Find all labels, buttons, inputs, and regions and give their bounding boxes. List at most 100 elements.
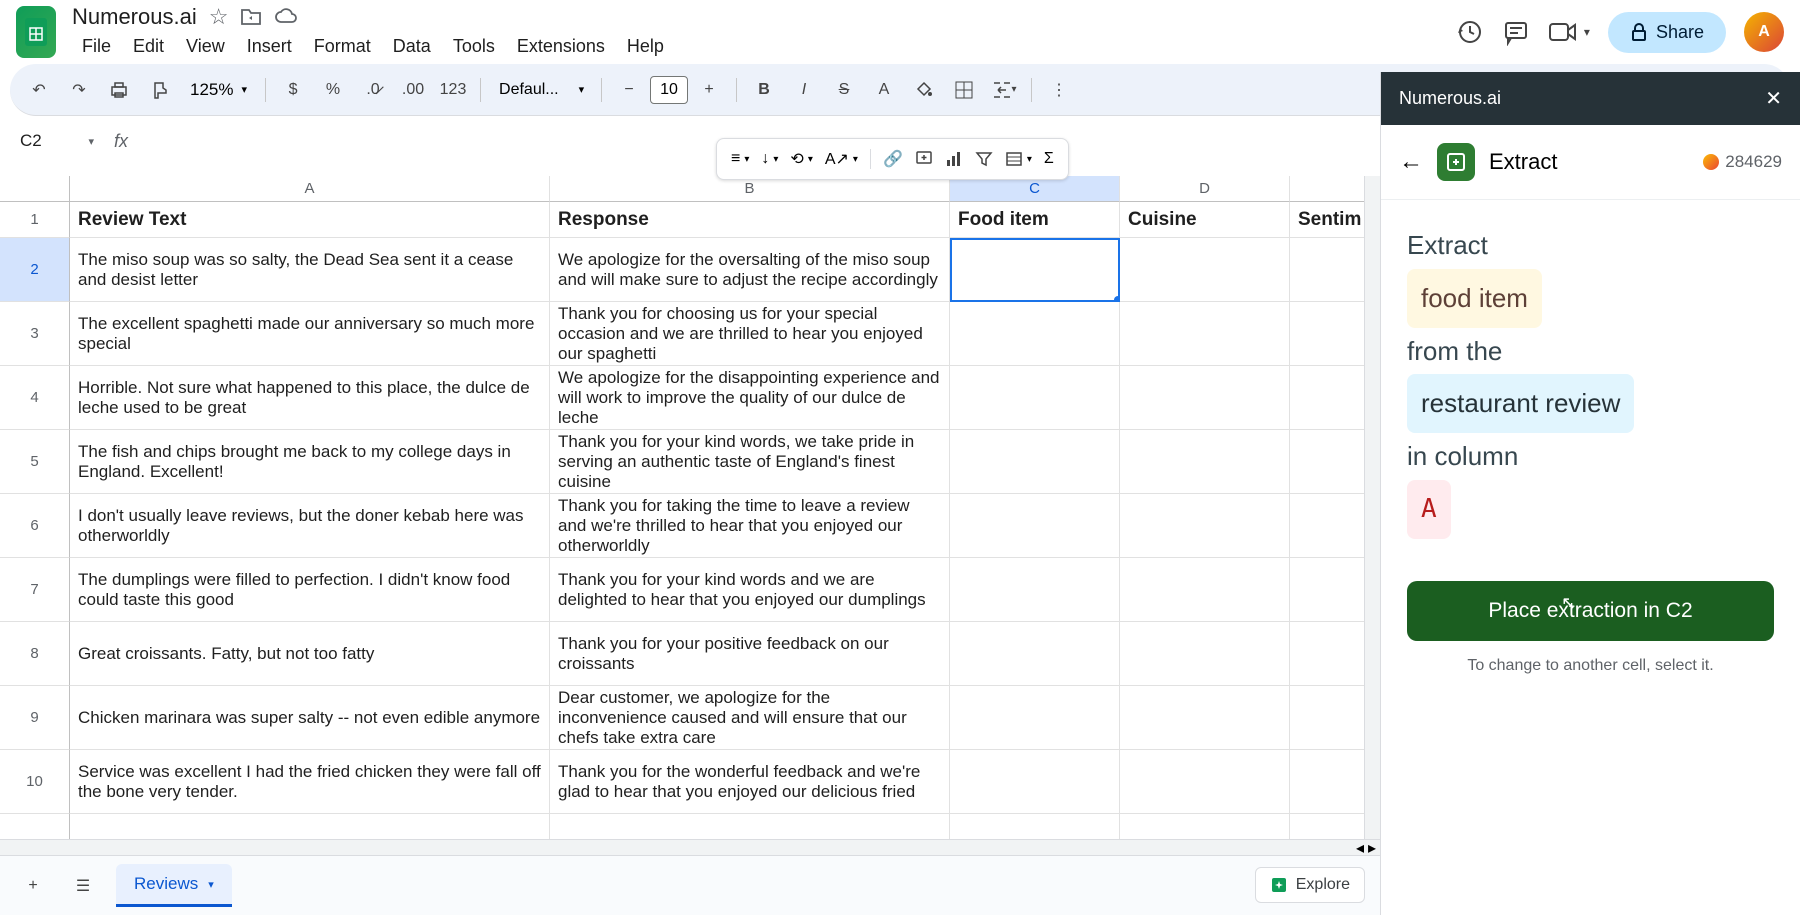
move-folder-icon[interactable] (240, 8, 262, 26)
percent-button[interactable]: % (316, 73, 350, 107)
wrap-button[interactable]: ⟲ ▾ (786, 145, 816, 173)
zoom-select[interactable]: 125% ▾ (182, 76, 255, 104)
row-header-3[interactable]: 3 (0, 302, 70, 366)
cell-C3[interactable] (950, 302, 1120, 366)
cell-C4[interactable] (950, 366, 1120, 430)
merge-button[interactable]: ▾ (987, 73, 1021, 107)
valign-button[interactable]: ↓ ▾ (757, 146, 782, 172)
cell-A3[interactable]: The excellent spaghetti made our anniver… (70, 302, 550, 366)
comment-insert-button[interactable] (911, 146, 937, 172)
menu-format[interactable]: Format (304, 32, 381, 61)
halign-button[interactable]: ≡ ▾ (727, 146, 753, 172)
row-header-9[interactable]: 9 (0, 686, 70, 750)
table-view-button[interactable]: ▾ (1001, 146, 1036, 172)
place-extraction-button[interactable]: Place extraction in C2 ↖ (1407, 581, 1774, 641)
currency-button[interactable]: $ (276, 73, 310, 107)
undo-button[interactable]: ↶ (22, 73, 56, 107)
paint-format-button[interactable] (142, 73, 176, 107)
share-button[interactable]: Share (1608, 12, 1726, 53)
link-button[interactable]: 🔗 (879, 145, 907, 173)
cell-D10[interactable] (1120, 750, 1290, 814)
cell-C8[interactable] (950, 622, 1120, 686)
cell-B5[interactable]: Thank you for your kind words, we take p… (550, 430, 950, 494)
cell-B7[interactable]: Thank you for your kind words and we are… (550, 558, 950, 622)
decrease-decimal-button[interactable]: .0̷ (356, 73, 390, 107)
more-toolbar-button[interactable]: ⋮ (1042, 73, 1076, 107)
cell-A7[interactable]: The dumplings were filled to perfection.… (70, 558, 550, 622)
cell-D3[interactable] (1120, 302, 1290, 366)
chip-column-a[interactable]: A (1407, 480, 1451, 539)
chip-restaurant-review[interactable]: restaurant review (1407, 374, 1634, 433)
row-header-1[interactable]: 1 (0, 202, 70, 238)
cell-header-A[interactable]: Review Text (70, 202, 550, 238)
horizontal-scrollbar[interactable]: ◂▸ (0, 839, 1380, 855)
print-button[interactable] (102, 73, 136, 107)
comment-icon[interactable] (1502, 18, 1530, 46)
rotate-button[interactable]: A↗ ▾ (821, 145, 862, 173)
cloud-status-icon[interactable] (274, 8, 300, 26)
chart-insert-button[interactable] (941, 146, 967, 172)
history-icon[interactable] (1456, 18, 1484, 46)
cell-B3[interactable]: Thank you for choosing us for your speci… (550, 302, 950, 366)
strikethrough-button[interactable]: S (827, 73, 861, 107)
sheet-tab-reviews[interactable]: Reviews ▾ (116, 864, 232, 907)
cell-header-B[interactable]: Response (550, 202, 950, 238)
cell-D8[interactable] (1120, 622, 1290, 686)
bold-button[interactable]: B (747, 73, 781, 107)
cell-A10[interactable]: Service was excellent I had the fried ch… (70, 750, 550, 814)
cell-B2[interactable]: We apologize for the oversalting of the … (550, 238, 950, 302)
col-header-A[interactable]: A (70, 176, 550, 202)
menu-extensions[interactable]: Extensions (507, 32, 615, 61)
explore-button[interactable]: Explore (1255, 867, 1365, 903)
increase-fontsize-button[interactable]: + (692, 73, 726, 107)
row-header-2[interactable]: 2 (0, 238, 70, 302)
back-button[interactable]: ← (1399, 148, 1423, 176)
cell-C10[interactable] (950, 750, 1120, 814)
redo-button[interactable]: ↷ (62, 73, 96, 107)
borders-button[interactable] (947, 73, 981, 107)
name-box[interactable]: C2 ▾ (12, 127, 102, 155)
cell-A9[interactable]: Chicken marinara was super salty -- not … (70, 686, 550, 750)
cell-A5[interactable]: The fish and chips brought me back to my… (70, 430, 550, 494)
cell-A6[interactable]: I don't usually leave reviews, but the d… (70, 494, 550, 558)
cell-A4[interactable]: Horrible. Not sure what happened to this… (70, 366, 550, 430)
menu-tools[interactable]: Tools (443, 32, 505, 61)
menu-data[interactable]: Data (383, 32, 441, 61)
vertical-scrollbar[interactable] (1364, 176, 1380, 839)
row-header-6[interactable]: 6 (0, 494, 70, 558)
more-formats-button[interactable]: 123 (436, 73, 470, 107)
fill-color-button[interactable] (907, 73, 941, 107)
cell-C7[interactable] (950, 558, 1120, 622)
close-icon[interactable]: ✕ (1765, 86, 1782, 111)
row-header-8[interactable]: 8 (0, 622, 70, 686)
menu-file[interactable]: File (72, 32, 121, 61)
cell-header-C[interactable]: Food item (950, 202, 1120, 238)
filter-button[interactable] (971, 146, 997, 172)
cell-B6[interactable]: Thank you for taking the time to leave a… (550, 494, 950, 558)
selection-handle[interactable] (1114, 296, 1120, 302)
cell-A2[interactable]: The miso soup was so salty, the Dead Sea… (70, 238, 550, 302)
cell-B9[interactable]: Dear customer, we apologize for the inco… (550, 686, 950, 750)
text-color-button[interactable]: A (867, 73, 901, 107)
cell-C6[interactable] (950, 494, 1120, 558)
row-header-4[interactable]: 4 (0, 366, 70, 430)
cell-D5[interactable] (1120, 430, 1290, 494)
row-header-10[interactable]: 10 (0, 750, 70, 814)
corner-cell[interactable] (0, 176, 70, 202)
cell-C5[interactable] (950, 430, 1120, 494)
menu-help[interactable]: Help (617, 32, 674, 61)
user-avatar[interactable]: A (1744, 12, 1784, 52)
menu-edit[interactable]: Edit (123, 32, 174, 61)
menu-insert[interactable]: Insert (237, 32, 302, 61)
cell-C9[interactable] (950, 686, 1120, 750)
cell-C2[interactable] (950, 238, 1120, 302)
cell-A8[interactable]: Great croissants. Fatty, but not too fat… (70, 622, 550, 686)
cell-D7[interactable] (1120, 558, 1290, 622)
font-select[interactable]: Defaul... ▾ (491, 77, 591, 103)
meet-icon[interactable]: ▾ (1548, 20, 1590, 44)
decrease-fontsize-button[interactable]: − (612, 73, 646, 107)
cell-D9[interactable] (1120, 686, 1290, 750)
row-header-7[interactable]: 7 (0, 558, 70, 622)
all-sheets-button[interactable]: ☰ (66, 869, 100, 903)
menu-view[interactable]: View (176, 32, 235, 61)
